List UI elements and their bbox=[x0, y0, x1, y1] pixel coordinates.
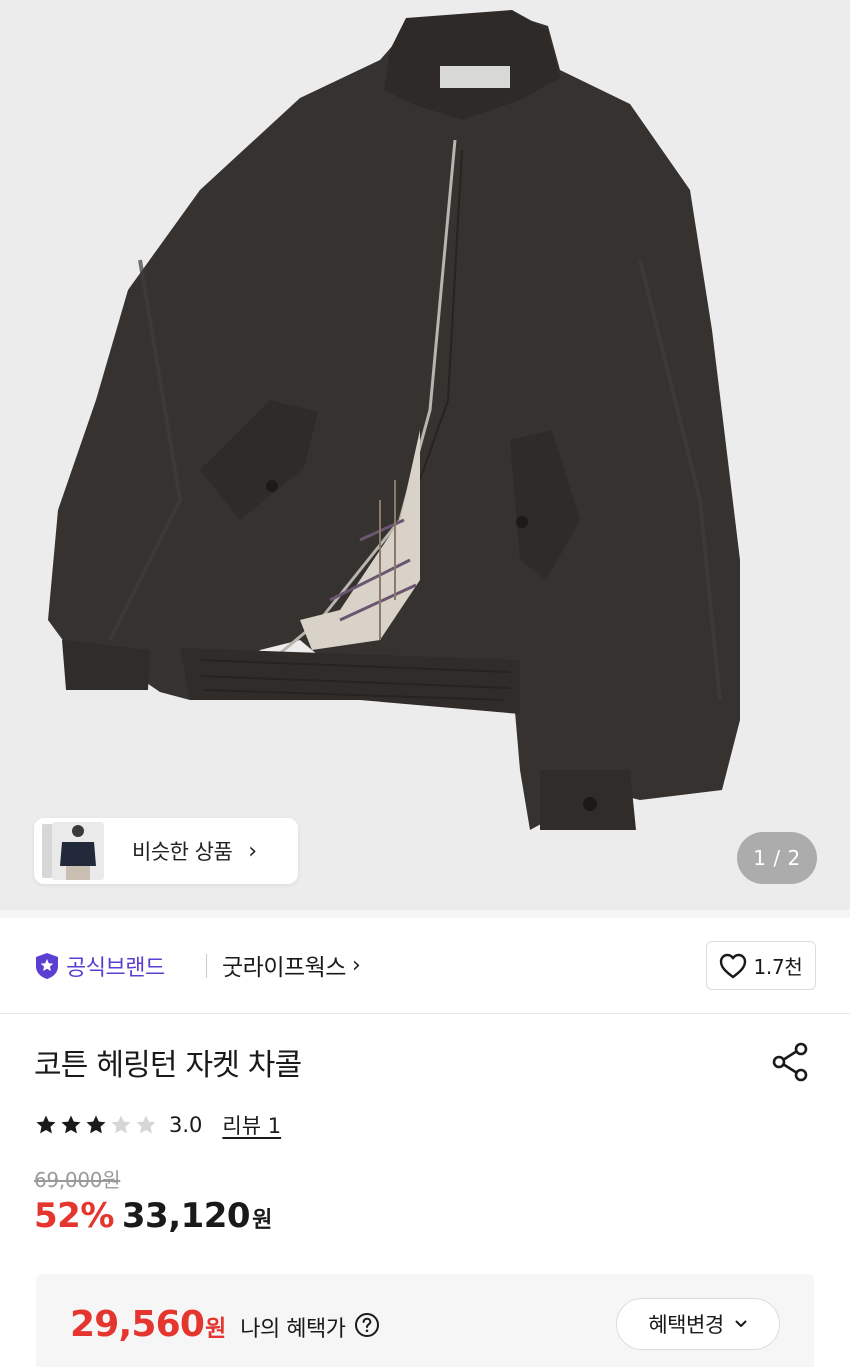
change-benefit-button[interactable]: 혜택변경 bbox=[616, 1298, 780, 1350]
sale-price-unit: 원 bbox=[252, 1208, 273, 1233]
like-button[interactable]: 1.7천 bbox=[706, 941, 816, 990]
benefit-label: 나의 혜택가 bbox=[240, 1317, 346, 1342]
share-button[interactable] bbox=[768, 1040, 812, 1084]
similar-products-label: 비슷한 상품 bbox=[132, 840, 233, 864]
similar-product-thumbnail bbox=[42, 822, 106, 880]
product-image bbox=[48, 10, 740, 830]
brand-name: 굿라이프웍스 bbox=[222, 955, 346, 981]
star-filled-icon bbox=[61, 1115, 81, 1134]
official-brand-label: 공식브랜드 bbox=[66, 956, 165, 981]
official-brand-badge: 공식브랜드 bbox=[34, 950, 165, 982]
star-empty-icon bbox=[111, 1115, 131, 1134]
price-row: 52% 33,120 원 bbox=[34, 1196, 272, 1236]
discount-rate: 52% bbox=[34, 1196, 114, 1236]
shield-star-icon bbox=[36, 953, 58, 979]
rating-row: 3.0 리뷰 1 bbox=[34, 1110, 281, 1140]
chevron-down-icon bbox=[735, 1320, 747, 1327]
section-divider bbox=[0, 910, 850, 918]
share-icon bbox=[772, 1042, 808, 1082]
like-count: 1.7천 bbox=[753, 955, 803, 979]
star-rating bbox=[34, 1113, 159, 1137]
original-price: 69,000원 bbox=[34, 1168, 121, 1192]
rating-value: 3.0 bbox=[169, 1113, 203, 1137]
change-benefit-label: 혜택변경 bbox=[648, 1313, 724, 1337]
image-page-counter: 1 / 2 bbox=[737, 832, 817, 884]
sale-price: 33,120 bbox=[121, 1196, 251, 1236]
star-empty-icon bbox=[136, 1115, 156, 1134]
product-title: 코튼 헤링턴 자켓 차콜 bbox=[34, 1048, 302, 1083]
benefit-amount: 29,560 bbox=[70, 1304, 205, 1345]
star-filled-icon bbox=[36, 1115, 56, 1134]
star-filled-icon bbox=[86, 1115, 106, 1134]
divider bbox=[206, 954, 207, 978]
benefit-price: 29,560 원 나의 혜택가 bbox=[70, 1304, 380, 1345]
heart-outline-icon bbox=[720, 953, 747, 978]
my-benefit-box: 29,560 원 나의 혜택가 혜택변경 bbox=[36, 1274, 814, 1367]
chevron-right-icon: › bbox=[351, 952, 361, 978]
brand-link[interactable]: 굿라이프웍스 › bbox=[222, 948, 361, 982]
similar-products-button[interactable]: 비슷한 상품 › bbox=[34, 818, 298, 884]
chevron-right-icon: › bbox=[248, 838, 258, 864]
product-image-gallery[interactable]: 비슷한 상품 › 1 / 2 bbox=[0, 0, 850, 910]
review-link[interactable]: 리뷰 1 bbox=[222, 1110, 281, 1140]
question-circle-icon[interactable] bbox=[354, 1312, 380, 1338]
benefit-unit: 원 bbox=[205, 1316, 227, 1342]
brand-row: 공식브랜드 굿라이프웍스 › 1.7천 bbox=[0, 918, 850, 1014]
